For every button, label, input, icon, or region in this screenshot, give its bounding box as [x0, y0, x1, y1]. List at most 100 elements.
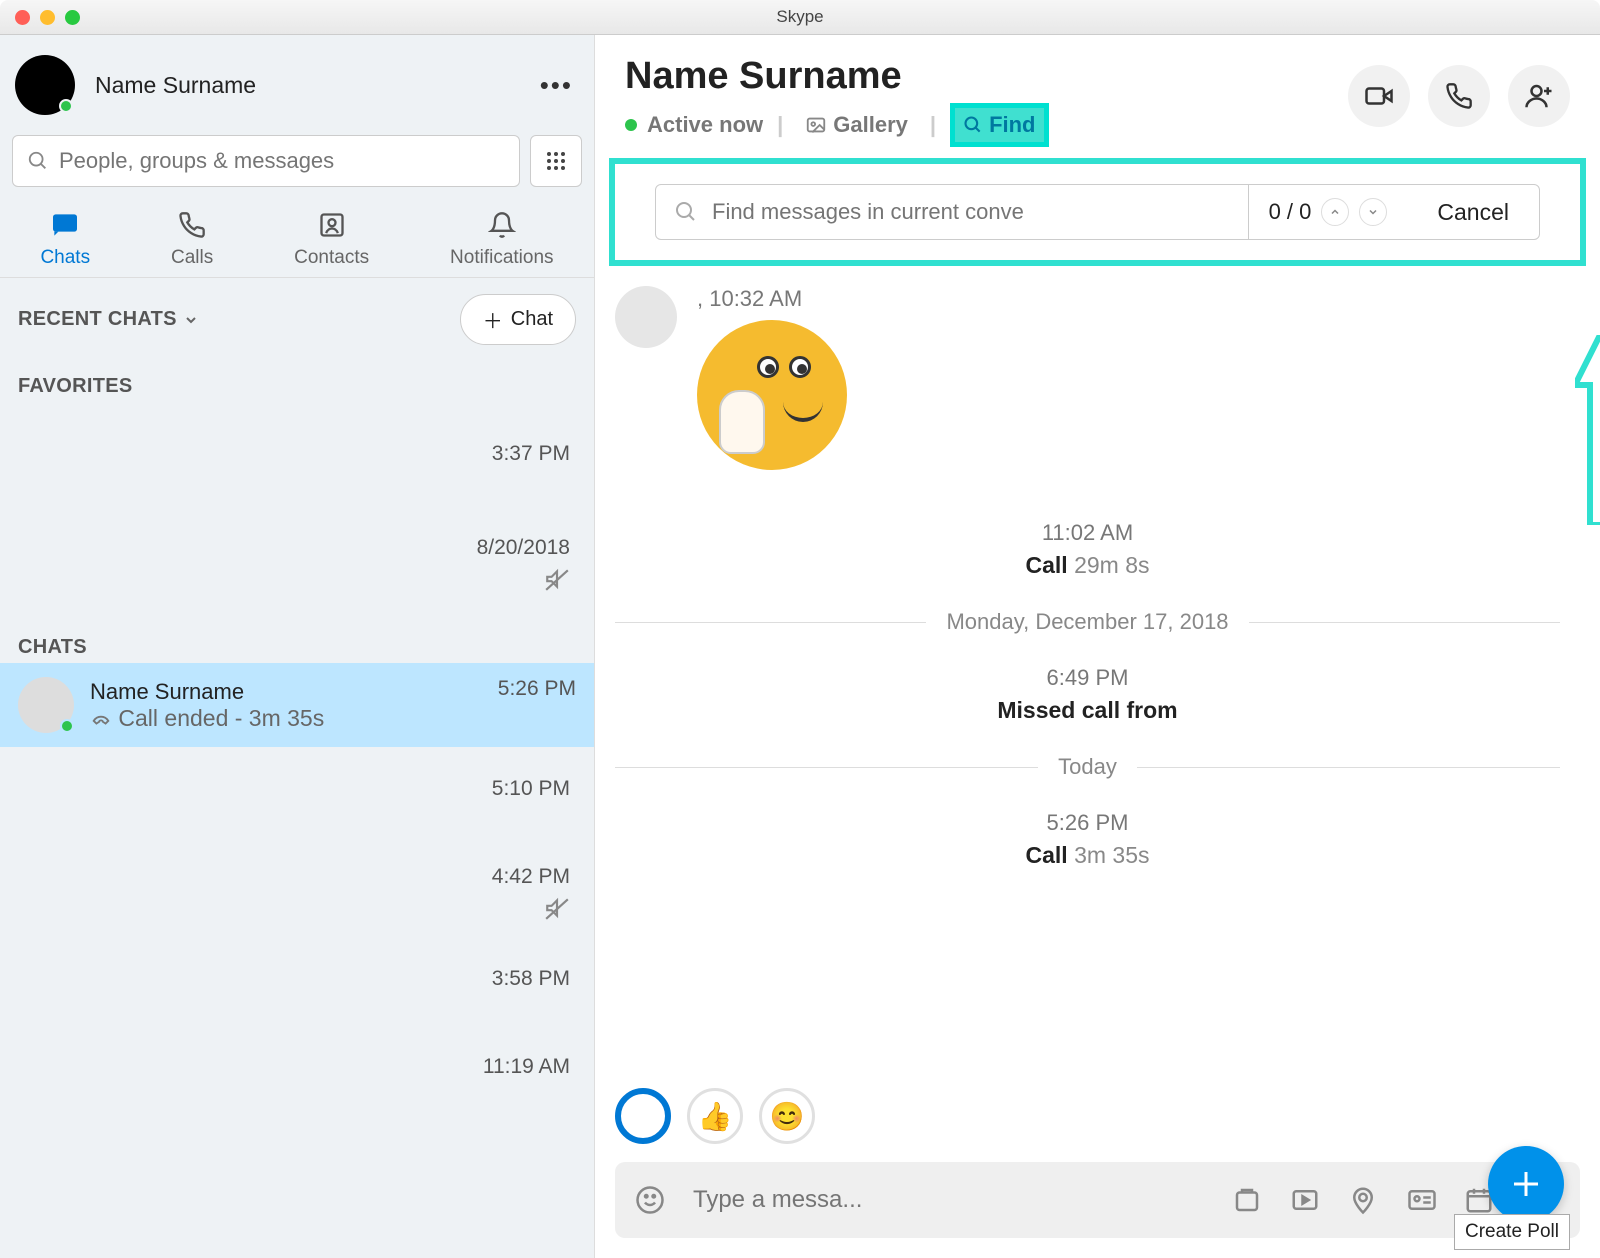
tab-notifications-label: Notifications — [450, 247, 554, 269]
chat-status: Active now — [647, 112, 763, 138]
chat-icon — [49, 209, 81, 241]
contact-card-button[interactable] — [1406, 1185, 1444, 1215]
call-ended-icon — [90, 708, 112, 730]
video-call-button[interactable] — [1348, 65, 1410, 127]
bell-icon — [488, 209, 516, 241]
video-message-icon — [1290, 1185, 1320, 1215]
add-person-icon — [1524, 81, 1554, 111]
tab-chats[interactable]: Chats — [40, 209, 90, 269]
mute-icon — [24, 566, 570, 598]
titlebar: Skype — [0, 0, 1600, 35]
gallery-icon — [805, 114, 827, 136]
find-bar: 0 / 0 Cancel — [655, 184, 1540, 240]
message-composer — [615, 1162, 1580, 1238]
message-timestamp: , 10:32 AM — [697, 286, 847, 312]
list-item[interactable]: 3:37 PM — [0, 402, 594, 476]
profile-row: Name Surname ••• — [0, 35, 594, 125]
search-icon — [27, 150, 49, 172]
find-count: 0 / 0 — [1269, 199, 1312, 225]
date-separator: Monday, December 17, 2018 — [615, 609, 1560, 635]
chat-list-item-selected[interactable]: Name Surname Call ended - 3m 35s 5:26 PM — [0, 663, 594, 747]
minimize-window-button[interactable] — [40, 10, 55, 25]
thumbs-up-reaction[interactable]: 👍 — [687, 1088, 743, 1144]
phone-icon — [178, 209, 206, 241]
message-input[interactable] — [693, 1186, 1212, 1214]
add-participant-button[interactable] — [1508, 65, 1570, 127]
self-name[interactable]: Name Surname — [95, 72, 256, 99]
call-event: 5:26 PM Call 3m 35s — [615, 810, 1560, 869]
recent-chats-header[interactable]: RECENT CHATS — [18, 308, 199, 331]
location-button[interactable] — [1348, 1185, 1386, 1215]
dialpad-button[interactable] — [530, 135, 582, 187]
video-icon — [1364, 81, 1394, 111]
fab-button[interactable] — [1488, 1146, 1564, 1222]
search-icon — [963, 115, 983, 135]
traffic-lights — [15, 10, 80, 25]
plus-icon — [1508, 1166, 1544, 1202]
find-bar-highlight: 0 / 0 Cancel — [609, 158, 1586, 266]
mute-icon — [24, 895, 570, 927]
plus-icon: ＋ — [483, 305, 503, 334]
list-item[interactable]: 8/20/2018 — [0, 476, 594, 608]
contact-avatar — [18, 677, 74, 733]
presence-dot-icon — [59, 99, 73, 113]
chevron-down-icon — [183, 312, 199, 328]
tab-contacts[interactable]: Contacts — [294, 209, 369, 269]
tab-notifications[interactable]: Notifications — [450, 209, 554, 269]
list-item[interactable]: 4:42 PM — [0, 811, 594, 937]
find-cancel-button[interactable]: Cancel — [1407, 185, 1539, 239]
presence-dot-icon — [60, 719, 74, 733]
emoji-button[interactable] — [635, 1185, 673, 1215]
search-icon — [674, 200, 698, 224]
list-item[interactable]: 3:58 PM — [0, 937, 594, 1001]
list-item[interactable]: 11:19 AM — [0, 1001, 594, 1089]
search-input[interactable] — [59, 148, 505, 174]
tab-calls[interactable]: Calls — [171, 209, 213, 269]
find-link[interactable]: Find — [950, 103, 1048, 147]
message-list[interactable]: , 10:32 AM 11:02 AM Call 29m 8s Monday, … — [595, 266, 1600, 1080]
video-message-button[interactable] — [1290, 1185, 1328, 1215]
presence-dot-icon — [625, 119, 637, 131]
read-receipt-icon[interactable] — [615, 1088, 671, 1144]
date-separator: Today — [615, 754, 1560, 780]
find-input[interactable] — [712, 199, 1230, 225]
tab-contacts-label: Contacts — [294, 247, 369, 269]
find-prev-button[interactable] — [1321, 198, 1349, 226]
new-chat-button[interactable]: ＋ Chat — [460, 294, 576, 345]
chevron-down-icon — [1367, 206, 1379, 218]
smile-icon — [635, 1185, 665, 1215]
contact-avatar[interactable] — [615, 286, 677, 348]
window-title: Skype — [0, 7, 1600, 27]
self-avatar[interactable] — [15, 55, 75, 115]
maximize-window-button[interactable] — [65, 10, 80, 25]
tab-chats-label: Chats — [40, 247, 90, 269]
favorites-header: FAVORITES — [18, 375, 133, 398]
location-icon — [1348, 1185, 1378, 1215]
find-next-button[interactable] — [1359, 198, 1387, 226]
dialpad-icon — [544, 149, 568, 173]
chevron-up-icon — [1329, 206, 1341, 218]
audio-call-button[interactable] — [1428, 65, 1490, 127]
smile-reaction[interactable]: 😊 — [759, 1088, 815, 1144]
contacts-icon — [318, 209, 346, 241]
call-event: 11:02 AM Call 29m 8s — [615, 520, 1560, 579]
list-item[interactable]: 5:10 PM — [0, 747, 594, 811]
more-icon[interactable]: ••• — [540, 70, 573, 101]
fab-tooltip: Create Poll — [1454, 1214, 1570, 1250]
phone-icon — [1445, 82, 1473, 110]
missed-call-event: 6:49 PM Missed call from — [615, 665, 1560, 724]
gallery-link[interactable]: Gallery — [797, 108, 916, 142]
chat-preview: Call ended - 3m 35s — [90, 705, 482, 732]
close-window-button[interactable] — [15, 10, 30, 25]
search-box[interactable] — [12, 135, 520, 187]
nav-tabs: Chats Calls Contacts Notifications — [0, 197, 594, 278]
sidebar: Name Surname ••• Chats Calls — [0, 35, 595, 1258]
wave-sticker-icon[interactable] — [697, 320, 847, 470]
file-icon — [1232, 1185, 1262, 1215]
tab-calls-label: Calls — [171, 247, 213, 269]
read-reactions: 👍 😊 — [595, 1088, 1600, 1144]
chat-header: Name Surname Active now | Gallery | Find — [595, 35, 1600, 148]
attach-file-button[interactable] — [1232, 1185, 1270, 1215]
contact-card-icon — [1406, 1185, 1438, 1215]
chats-header: CHATS — [18, 636, 87, 659]
